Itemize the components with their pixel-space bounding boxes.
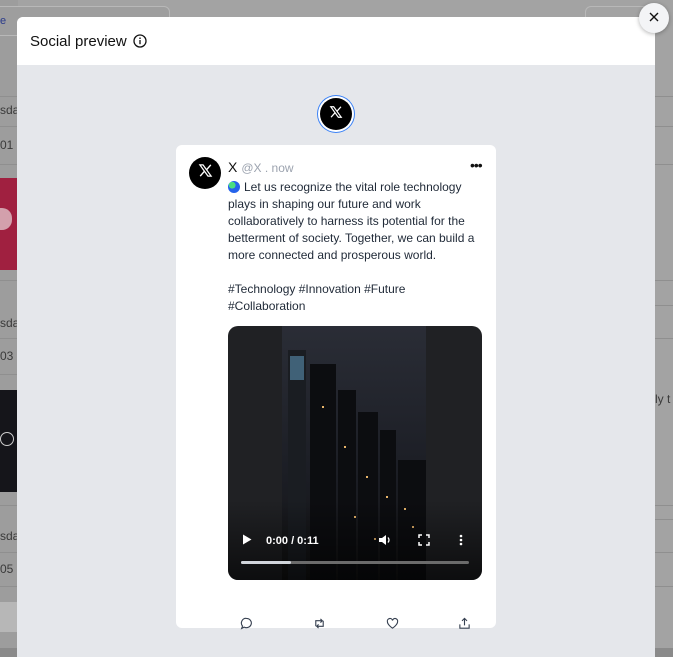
reply-icon[interactable] [238,615,254,631]
play-icon[interactable] [242,534,252,548]
background-divider [655,505,673,506]
background-row-label: 03 [0,349,14,363]
background-divider [655,96,673,97]
background-divider [655,338,673,339]
background-divider [0,280,18,281]
background-divider [655,305,673,306]
avatar [189,157,221,189]
background-divider [655,164,673,165]
background-divider [0,374,18,375]
video-light [366,476,368,478]
background-row-label: 01 [0,138,14,152]
info-icon[interactable] [133,34,147,48]
background-divider [0,505,18,506]
video-player[interactable]: 0:00 / 0:11 [228,326,482,580]
more-vertical-icon[interactable] [459,534,463,549]
video-controls: 0:00 / 0:11 [228,532,482,550]
video-light [322,406,324,408]
video-progress-fill [241,561,292,564]
background-divider [0,586,18,587]
x-logo-icon [198,163,213,183]
social-preview-modal: Social preview X @X . now Let us recogni… [17,17,655,657]
close-icon [649,9,659,27]
volume-icon[interactable] [378,534,392,549]
background-right-text: ly t [655,392,671,406]
background-divider [655,586,673,587]
background-divider [655,519,673,520]
platform-x-badge[interactable] [320,98,352,130]
repost-icon[interactable] [311,615,327,631]
background-thumbnail [0,178,18,270]
video-light [344,446,346,448]
background-divider [655,126,673,127]
background-divider [0,126,18,127]
post-preview-card: X @X . now Let us recognize the vital ro… [176,145,496,631]
video-building-light [290,356,304,380]
background-divider [0,338,18,339]
post-header: X @X . now [228,159,483,177]
modal-title: Social preview [30,32,127,50]
x-logo-icon [329,105,343,124]
video-light [386,496,388,498]
post-author: X [228,159,238,175]
globe-icon [228,181,240,193]
post-text: Let us recognize the vital role technolo… [228,179,483,315]
video-time: 0:00 / 0:11 [266,535,319,547]
close-button[interactable] [639,3,669,33]
more-options-button[interactable]: ••• [470,158,483,172]
background-divider [0,164,18,165]
heart-icon[interactable] [384,615,400,631]
fullscreen-icon[interactable] [418,533,430,549]
background-row-label: 05 [0,562,14,576]
background-divider [0,96,18,97]
background-thumbnail [0,602,18,632]
background-thumbnail [0,390,18,492]
video-progress-bar[interactable] [241,561,469,564]
background-pill-tag: e [0,15,7,27]
background-divider [655,280,673,281]
background-divider [655,552,673,553]
post-text-content: Let us recognize the vital role technolo… [228,180,475,313]
post-meta: @X . now [241,161,294,175]
share-icon[interactable] [456,615,472,631]
post-body: X @X . now Let us recognize the vital ro… [228,159,483,315]
background-divider [0,552,18,553]
modal-header: Social preview [17,17,655,65]
